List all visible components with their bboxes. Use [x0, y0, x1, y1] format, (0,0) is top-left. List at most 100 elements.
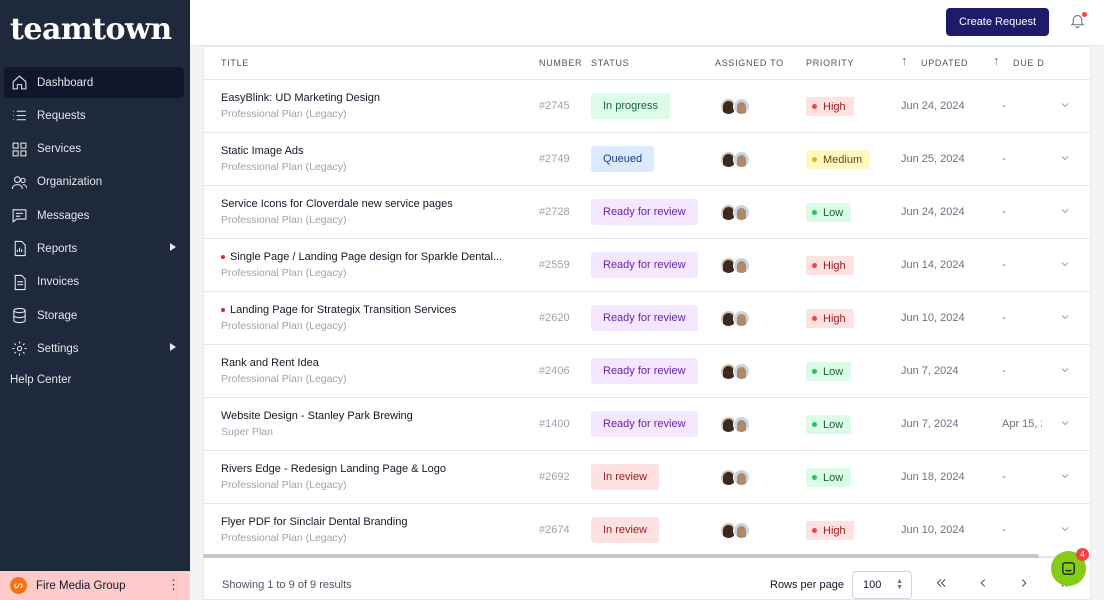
table-row[interactable]: Rivers Edge - Redesign Landing Page & Lo…: [204, 451, 1090, 504]
chat-badge: 4: [1076, 548, 1089, 561]
rows-per-page-label: Rows per page: [770, 579, 844, 591]
chevron-down-icon[interactable]: [1059, 257, 1071, 269]
assignees: [720, 363, 750, 380]
updated-date: Jun 18, 2024: [901, 471, 965, 483]
app-logo[interactable]: teamtown: [10, 12, 172, 47]
request-plan: Professional Plan (Legacy): [221, 320, 347, 332]
sidebar-item-invoices[interactable]: Invoices: [4, 267, 184, 298]
priority-label: Low: [823, 418, 844, 431]
first-page-icon[interactable]: [934, 576, 950, 592]
chevron-down-icon[interactable]: [1059, 98, 1071, 110]
chevron-down-icon[interactable]: [1059, 416, 1071, 428]
priority-badge: High: [806, 309, 854, 328]
table-row[interactable]: Flyer PDF for Sinclair Dental Branding P…: [204, 504, 1090, 557]
priority-badge: High: [806, 97, 854, 116]
chevron-down-icon[interactable]: [1059, 363, 1071, 375]
assignees: [720, 257, 750, 274]
request-plan: Professional Plan (Legacy): [221, 267, 347, 279]
table-row[interactable]: Rank and Rent Idea Professional Plan (Le…: [204, 345, 1090, 398]
next-page-icon[interactable]: [1017, 576, 1033, 592]
sidebar-item-dashboard[interactable]: Dashboard: [4, 67, 184, 98]
home-icon: [10, 74, 28, 92]
table-row[interactable]: Static Image Ads Professional Plan (Lega…: [204, 133, 1090, 186]
request-title[interactable]: Single Page / Landing Page design for Sp…: [221, 251, 521, 263]
sidebar-item-reports[interactable]: Reports: [4, 233, 184, 264]
sidebar-item-services[interactable]: Services: [4, 134, 184, 165]
column-header-status[interactable]: STATUS: [591, 58, 629, 68]
chevron-down-icon[interactable]: [1059, 151, 1071, 163]
request-title-text: EasyBlink: UD Marketing Design: [221, 92, 380, 104]
request-title-cell[interactable]: Service Icons for Cloverdale new service…: [221, 198, 521, 226]
request-title-cell[interactable]: Landing Page for Strategix Transition Se…: [221, 304, 521, 332]
help-center-link[interactable]: Help Center: [10, 374, 71, 386]
column-header-assigned[interactable]: ASSIGNED TO: [715, 58, 784, 68]
request-title-text: Landing Page for Strategix Transition Se…: [230, 304, 457, 316]
table-row[interactable]: Service Icons for Cloverdale new service…: [204, 186, 1090, 239]
sort-arrow-up-icon[interactable]: ↑: [993, 53, 1000, 68]
notification-dot: [1082, 12, 1087, 17]
request-title-cell[interactable]: Rank and Rent Idea Professional Plan (Le…: [221, 357, 521, 385]
request-title[interactable]: Flyer PDF for Sinclair Dental Branding: [221, 516, 521, 528]
sidebar-item-label: Settings: [37, 342, 79, 355]
priority-badge: Medium: [806, 150, 871, 169]
request-plan: Professional Plan (Legacy): [221, 373, 347, 385]
request-title-cell[interactable]: EasyBlink: UD Marketing Design Professio…: [221, 92, 521, 120]
chevron-down-icon[interactable]: [1059, 310, 1071, 322]
request-title-text: Rivers Edge - Redesign Landing Page & Lo…: [221, 463, 447, 475]
sidebar-item-requests[interactable]: Requests: [4, 100, 184, 131]
column-header-updated[interactable]: UPDATED: [921, 58, 968, 68]
sidebar-item-storage[interactable]: Storage: [4, 300, 184, 331]
request-title[interactable]: Service Icons for Cloverdale new service…: [221, 198, 521, 210]
column-header-due[interactable]: DUE D: [1013, 58, 1045, 68]
request-title[interactable]: Rivers Edge - Redesign Landing Page & Lo…: [221, 463, 521, 475]
priority-label: Low: [823, 206, 844, 219]
assignees: [720, 310, 750, 327]
request-plan: Professional Plan (Legacy): [221, 161, 347, 173]
request-title[interactable]: Static Image Ads: [221, 145, 521, 157]
sidebar-item-settings[interactable]: Settings: [4, 333, 184, 364]
sidebar-item-label: Reports: [37, 242, 78, 255]
status-badge: Ready for review: [591, 358, 698, 384]
chevron-down-icon[interactable]: [1059, 522, 1071, 534]
notification-bell-icon[interactable]: [1069, 12, 1087, 30]
request-title-cell[interactable]: Rivers Edge - Redesign Landing Page & Lo…: [221, 463, 521, 491]
sidebar-item-organization[interactable]: Organization: [4, 167, 184, 198]
priority-badge: High: [806, 256, 854, 275]
request-title[interactable]: EasyBlink: UD Marketing Design: [221, 92, 521, 104]
assignees: [720, 416, 750, 433]
request-plan: Super Plan: [221, 426, 273, 438]
column-header-title[interactable]: TITLE: [221, 58, 249, 68]
request-title[interactable]: Landing Page for Strategix Transition Se…: [221, 304, 521, 316]
request-title-cell[interactable]: Static Image Ads Professional Plan (Lega…: [221, 145, 521, 173]
chevron-down-icon[interactable]: [1059, 469, 1071, 481]
chevron-down-icon[interactable]: [1059, 204, 1071, 216]
request-title-cell[interactable]: Single Page / Landing Page design for Sp…: [221, 251, 521, 279]
table-row[interactable]: Single Page / Landing Page design for Sp…: [204, 239, 1090, 292]
column-header-priority[interactable]: PRIORITY: [806, 58, 854, 68]
rows-per-page-select[interactable]: 100 ▲ ▼: [852, 571, 912, 599]
table-footer: Showing 1 to 9 of 9 results Rows per pag…: [203, 558, 1091, 600]
kebab-menu-icon[interactable]: ⋮: [167, 577, 180, 593]
priority-label: Low: [823, 365, 844, 378]
table-row[interactable]: Landing Page for Strategix Transition Se…: [204, 292, 1090, 345]
due-date: -: [1002, 259, 1006, 271]
priority-badge: Low: [806, 203, 852, 222]
chat-icon: [1062, 562, 1075, 575]
request-title-cell[interactable]: Flyer PDF for Sinclair Dental Branding P…: [221, 516, 521, 544]
previous-page-icon[interactable]: [976, 576, 992, 592]
column-header-number[interactable]: NUMBER: [539, 58, 582, 68]
sidebar-item-messages[interactable]: Messages: [4, 200, 184, 231]
sort-arrow-up-icon[interactable]: ↑: [901, 53, 908, 68]
create-request-button[interactable]: Create Request: [946, 8, 1049, 36]
table-row[interactable]: Website Design - Stanley Park Brewing Su…: [204, 398, 1090, 451]
avatar: [733, 416, 750, 433]
request-title[interactable]: Rank and Rent Idea: [221, 357, 521, 369]
table-row[interactable]: EasyBlink: UD Marketing Design Professio…: [204, 80, 1090, 133]
chat-launcher-button[interactable]: 4: [1051, 548, 1089, 586]
request-title-cell[interactable]: Website Design - Stanley Park Brewing Su…: [221, 410, 521, 438]
priority-label: Medium: [823, 153, 863, 166]
request-number: #2749: [539, 153, 570, 165]
organization-switcher[interactable]: ᔕ Fire Media Group ⋮: [0, 571, 190, 600]
status-badge: Ready for review: [591, 199, 698, 225]
request-title[interactable]: Website Design - Stanley Park Brewing: [221, 410, 521, 422]
